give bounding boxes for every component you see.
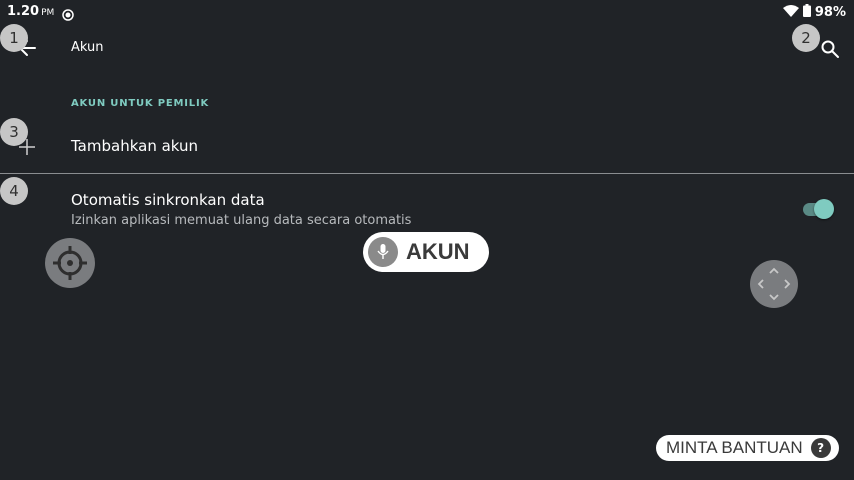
battery-icon xyxy=(802,4,811,21)
crosshair-icon xyxy=(53,246,87,280)
status-ampm: PM xyxy=(41,8,55,18)
battery-level: 98% xyxy=(814,5,846,20)
voice-command-label: AKUN xyxy=(406,239,470,264)
badge-1: 1 xyxy=(0,24,28,52)
auto-sync-subtitle: Izinkan aplikasi memuat ulang data secar… xyxy=(71,213,412,228)
status-time-value: 1.20 xyxy=(7,4,40,19)
section-header: AKUN UNTUK PEMILIK xyxy=(71,98,210,109)
badge-2: 2 xyxy=(792,24,820,52)
add-account-label: Tambahkan akun xyxy=(71,137,199,155)
status-icons: 98% xyxy=(782,4,846,21)
page-title: Akun xyxy=(71,40,104,55)
app-bar xyxy=(0,24,854,72)
badge-4: 4 xyxy=(0,177,28,205)
search-icon xyxy=(821,40,839,58)
question-icon: ? xyxy=(810,438,831,458)
badge-3: 3 xyxy=(0,118,28,146)
auto-sync-title: Otomatis sinkronkan data xyxy=(71,191,265,209)
microphone-icon xyxy=(368,237,398,267)
help-button[interactable]: MINTA BANTUAN ? xyxy=(656,435,839,461)
divider xyxy=(0,173,854,174)
crosshair-button[interactable] xyxy=(45,238,95,288)
status-time: 1.20 PM xyxy=(7,4,54,19)
data-saver-icon xyxy=(62,6,74,21)
search-button[interactable] xyxy=(818,37,842,61)
toggle-thumb xyxy=(814,199,834,219)
voice-command-pill: AKUN xyxy=(363,232,489,272)
dpad-control[interactable] xyxy=(750,260,798,308)
help-label: MINTA BANTUAN xyxy=(666,438,803,457)
dpad-arrows-icon xyxy=(757,267,791,301)
wifi-icon xyxy=(782,4,799,21)
